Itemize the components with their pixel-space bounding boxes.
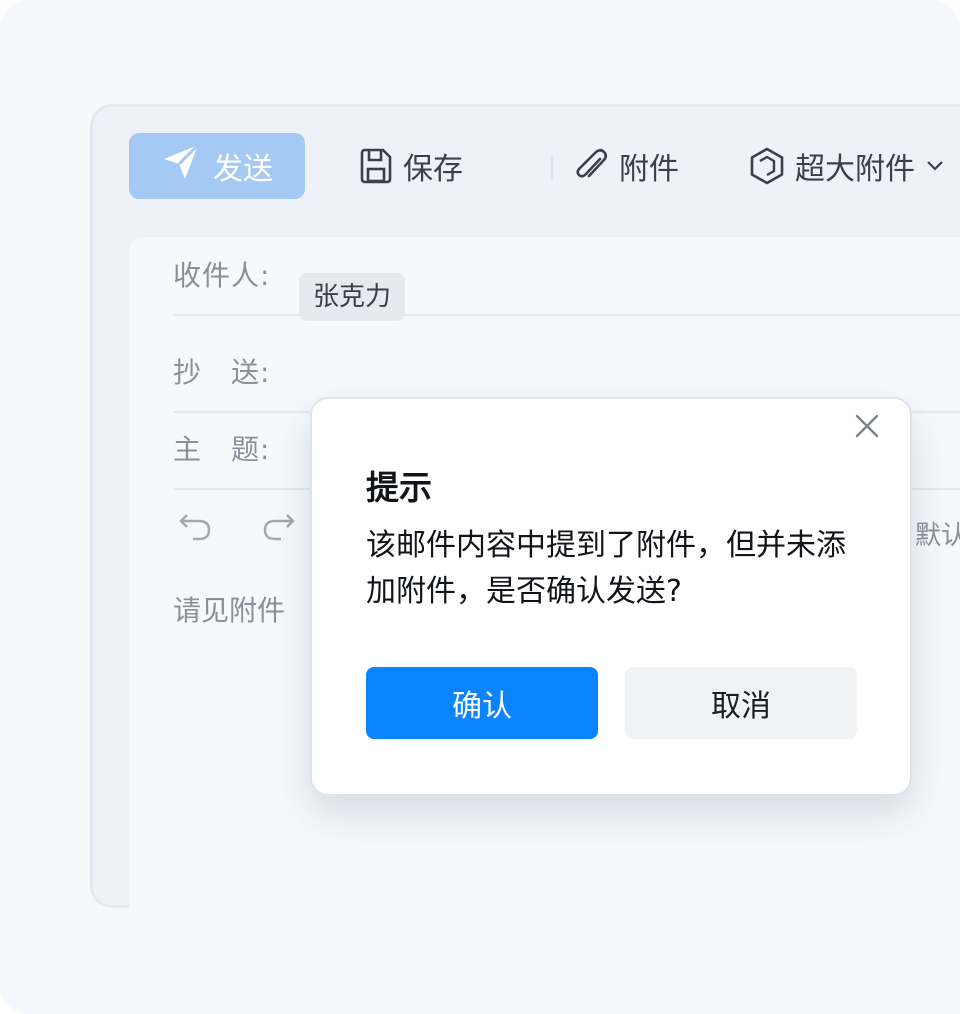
attach-button-label: 附件 xyxy=(619,152,679,187)
compose-toolbar: 发送 保存 附件 超大附件 xyxy=(129,133,960,201)
large-attachment-label: 超大附件 xyxy=(795,152,915,187)
email-body[interactable]: 请见附件 xyxy=(173,589,285,629)
save-button-label: 保存 xyxy=(403,152,463,187)
to-label: 收件人: xyxy=(173,259,271,292)
dialog-message: 该邮件内容中提到了附件，但并未添加附件，是否确认发送? xyxy=(366,528,846,609)
redo-icon[interactable] xyxy=(261,511,297,545)
attach-button[interactable]: 附件 xyxy=(573,133,679,199)
confirm-dialog: 提示 该邮件内容中提到了附件，但并未添加附件，是否确认发送? 确认 取消 xyxy=(310,397,912,796)
large-attachment-button[interactable]: 超大附件 xyxy=(749,133,945,199)
toolbar-divider xyxy=(551,155,553,179)
confirm-button[interactable]: 确认 xyxy=(366,667,598,739)
paperclip-icon xyxy=(573,147,609,185)
save-button[interactable]: 保存 xyxy=(359,133,463,199)
close-button[interactable] xyxy=(852,413,882,443)
large-attachment-icon xyxy=(749,147,785,185)
cc-label: 抄 送: xyxy=(173,356,271,389)
cancel-button[interactable]: 取消 xyxy=(625,667,857,739)
page-background: 发送 保存 附件 超大附件 收件人: 张克力 抄 送: 主 题: 默认 请见附件… xyxy=(0,0,960,1014)
editor-toolbar xyxy=(177,511,297,545)
recipient-chip[interactable]: 张克力 xyxy=(299,273,406,321)
send-button-label: 发送 xyxy=(213,152,273,187)
to-field-row: 收件人: 张克力 xyxy=(173,237,960,321)
send-button[interactable]: 发送 xyxy=(129,133,305,199)
subject-label: 主 题: xyxy=(173,433,271,466)
default-font-selector[interactable]: 默认 xyxy=(915,515,960,552)
dialog-title: 提示 xyxy=(366,468,432,507)
undo-icon[interactable] xyxy=(177,511,213,545)
send-icon xyxy=(161,142,201,190)
close-icon xyxy=(854,413,880,443)
save-icon xyxy=(359,148,393,184)
chevron-down-icon xyxy=(925,159,945,173)
